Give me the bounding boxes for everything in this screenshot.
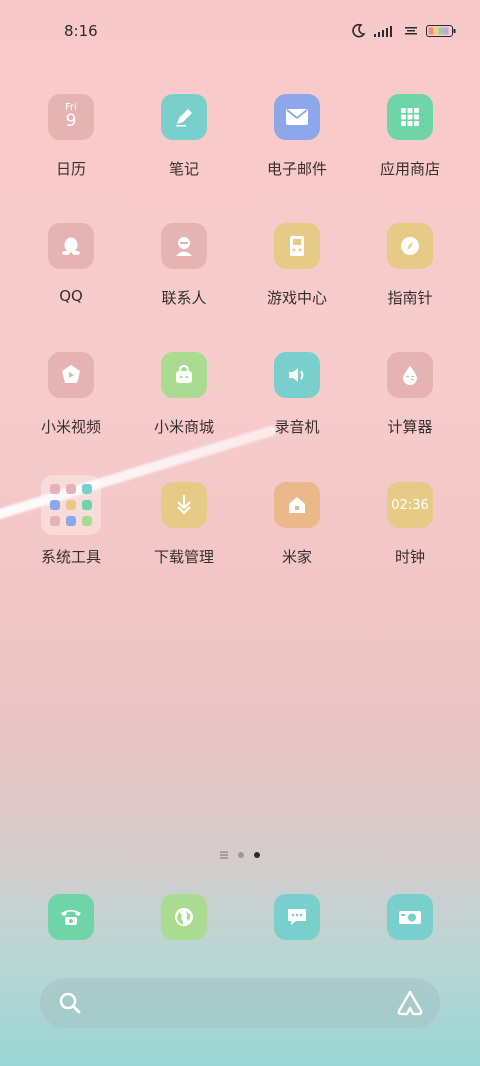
app-label: QQ [59,287,83,305]
folder-icon [41,475,101,535]
page-dot-active [254,852,260,858]
clock-time-text: 02:36 [391,497,429,513]
app-calculator[interactable]: 计算器 [355,352,465,437]
app-calendar[interactable]: Fri 9 日历 [16,94,126,179]
app-contacts[interactable]: 联系人 [129,223,239,308]
home-icon [274,482,320,528]
folder-mini-icon [50,500,60,510]
message-icon [274,894,320,940]
app-label: 计算器 [387,418,433,436]
app-label: 联系人 [161,289,207,307]
calendar-icon: Fri 9 [48,94,94,140]
camera-icon [387,894,433,940]
folder-mini-icon [66,484,76,494]
page-dot [238,852,244,858]
status-bar: 8:16 [0,0,480,62]
app-label: 米家 [281,548,312,566]
folder-mini-icon [66,516,76,526]
app-folder-system-tools[interactable]: 系统工具 [16,475,126,567]
download-icon [161,482,207,528]
folder-mini-icon [50,516,60,526]
speaker-icon [274,352,320,398]
dock-phone[interactable] [16,894,126,940]
status-icons [350,22,456,40]
browser-icon [161,894,207,940]
bag-icon [161,352,207,398]
app-mi-home[interactable]: 米家 [242,482,352,567]
assistant-icon[interactable] [396,989,424,1017]
moon-icon [352,23,366,38]
app-game-center[interactable]: 游戏中心 [242,223,352,308]
app-qq[interactable]: QQ [16,223,126,305]
folder-mini-icon [82,484,92,494]
app-label: 录音机 [274,418,320,436]
dock-browser[interactable] [129,894,239,940]
app-label: 指南针 [387,289,433,307]
app-label: 应用商店 [379,160,440,178]
app-email[interactable]: 电子邮件 [242,94,352,179]
dock-messages[interactable] [242,894,352,940]
wifi-icon [405,27,417,35]
person-icon [161,223,207,269]
grid-icon [387,94,433,140]
page-indicator[interactable] [0,851,480,859]
dock-camera[interactable] [355,894,465,940]
app-label: 电子邮件 [266,160,327,178]
folder-mini-icon [82,516,92,526]
app-mi-video[interactable]: 小米视频 [16,352,126,437]
app-clock[interactable]: 02:36 时钟 [355,482,465,567]
app-store[interactable]: 应用商店 [355,94,465,179]
app-mi-store[interactable]: 小米商城 [129,352,239,437]
app-label: 笔记 [168,160,199,178]
play-icon [48,352,94,398]
app-downloads[interactable]: 下载管理 [129,482,239,567]
folder-mini-icon [50,484,60,494]
folder-mini-icon [66,500,76,510]
compass-icon [387,223,433,269]
app-label: 时钟 [394,548,425,566]
app-label: 小米视频 [40,418,101,436]
status-time: 8:16 [64,22,98,40]
battery-icon [426,25,456,37]
signal-icon [374,26,392,37]
penguin-icon [48,223,94,269]
folder-mini-icon [82,500,92,510]
app-notes[interactable]: 笔记 [129,94,239,179]
app-label: 下载管理 [153,548,214,566]
app-label: 日历 [55,160,86,178]
app-label: 小米商城 [153,418,214,436]
search-icon[interactable] [58,991,82,1015]
phone-icon [48,894,94,940]
clock-icon: 02:36 [387,482,433,528]
calendar-day-number: 9 [65,111,77,132]
pen-icon [161,94,207,140]
mail-icon [274,94,320,140]
app-compass[interactable]: 指南针 [355,223,465,308]
search-bar[interactable] [40,978,440,1028]
app-label: 游戏中心 [266,289,327,307]
app-label: 系统工具 [40,548,101,566]
menu-lines-icon [220,851,228,859]
gamepad-icon [274,223,320,269]
calculator-icon [387,352,433,398]
app-recorder[interactable]: 录音机 [242,352,352,437]
